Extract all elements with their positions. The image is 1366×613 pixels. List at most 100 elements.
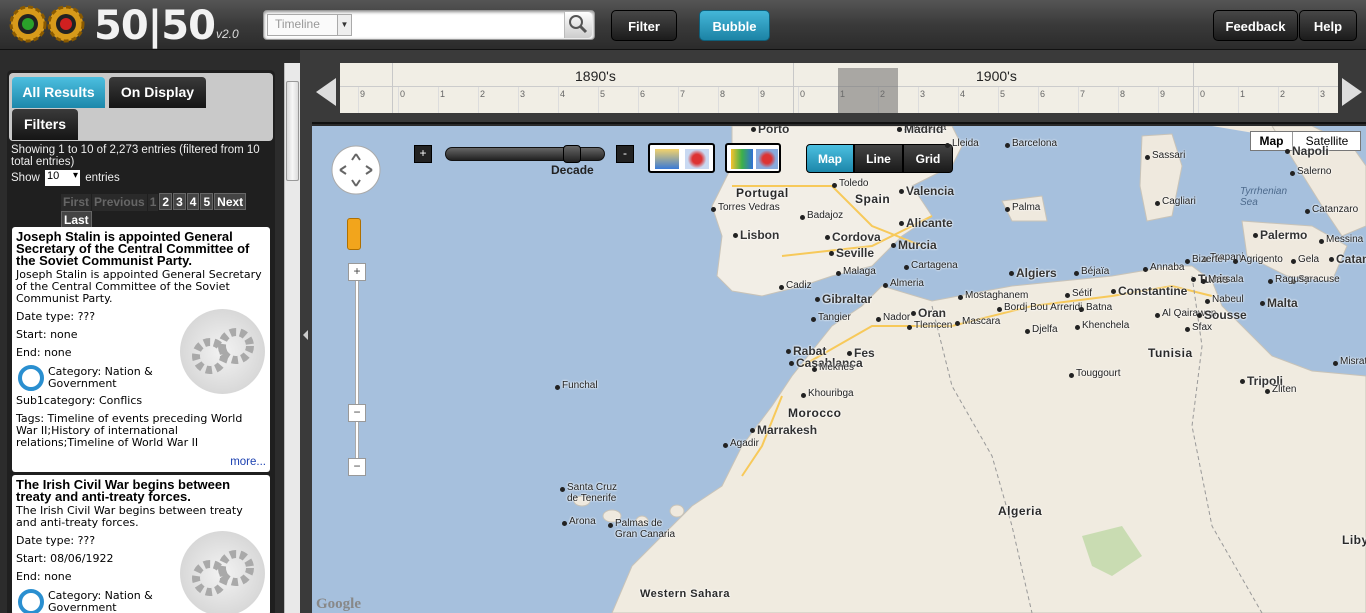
year-label[interactable]: 0 — [800, 89, 805, 99]
year-label[interactable]: 4 — [560, 89, 565, 99]
timeline-ruler[interactable]: 1890's 1900's 90123456789012345678901234 — [340, 63, 1338, 113]
decade-label[interactable]: 1890's — [575, 68, 616, 84]
city-label: Agrigento — [1240, 254, 1283, 265]
zoom-slider-track[interactable] — [355, 266, 359, 466]
result-card[interactable]: Joseph Stalin is appointed General Secre… — [12, 227, 270, 472]
city-marker — [1305, 209, 1310, 214]
city-marker — [1329, 257, 1334, 262]
country-label: Morocco — [788, 406, 842, 420]
pager-page-4[interactable]: 4 — [186, 193, 200, 210]
pager-last[interactable]: Last — [61, 211, 92, 228]
sidebar-scrollbar[interactable] — [284, 63, 300, 613]
year-tick — [958, 87, 959, 113]
pager-first[interactable]: First — [61, 194, 92, 211]
map-zoom-in-icon[interactable]: + — [348, 263, 366, 281]
city-marker — [1025, 329, 1030, 334]
results-sidebar: All Results On Display Filters Showing 1… — [0, 50, 300, 613]
search-icon — [569, 15, 588, 34]
year-label[interactable]: 3 — [520, 89, 525, 99]
tab-all-results[interactable]: All Results — [12, 77, 105, 108]
year-label[interactable]: 1 — [1240, 89, 1245, 99]
year-tick — [358, 87, 359, 113]
layer-toggle-2[interactable] — [725, 143, 781, 173]
timeline-prev-arrow[interactable] — [316, 78, 336, 106]
map-zoom-out-icon[interactable]: − — [348, 458, 366, 476]
zoom-level-label: Decade — [551, 163, 594, 177]
pager-next[interactable]: Next — [214, 193, 247, 210]
view-line-button[interactable]: Line — [854, 144, 903, 173]
city-label: Tlemcen — [914, 320, 953, 331]
panel-splitter[interactable] — [300, 50, 312, 613]
year-label[interactable]: 1 — [440, 89, 445, 99]
year-label[interactable]: 2 — [480, 89, 485, 99]
city-marker — [1265, 389, 1270, 394]
zoom-slider-handle[interactable]: − — [348, 404, 366, 422]
city-label: Lleida — [952, 138, 979, 149]
collapse-left-icon[interactable] — [303, 330, 308, 340]
city-label: Khouribga — [808, 388, 854, 399]
decade-zoom-in[interactable]: + — [414, 145, 432, 163]
decade-zoom-handle[interactable] — [563, 145, 581, 163]
entries-select[interactable]: 10 — [44, 170, 80, 186]
search-button[interactable] — [564, 12, 592, 38]
city-marker — [825, 235, 830, 240]
pager-page-1[interactable]: 1 — [147, 194, 159, 211]
pager-page-2[interactable]: 2 — [159, 193, 173, 210]
tab-filters[interactable]: Filters — [12, 109, 78, 140]
year-label[interactable]: 0 — [400, 89, 405, 99]
year-label[interactable]: 8 — [1120, 89, 1125, 99]
card-start: Start: 08/06/1922 — [16, 552, 114, 565]
city-label: Marsala — [1208, 274, 1244, 285]
view-map-button[interactable]: Map — [806, 144, 854, 173]
year-label[interactable]: 9 — [760, 89, 765, 99]
decade-zoom-slider[interactable] — [445, 145, 605, 163]
year-label[interactable]: 4 — [960, 89, 965, 99]
decade-label[interactable]: 1900's — [976, 68, 1017, 84]
city-label: Annaba — [1150, 262, 1185, 273]
map-view[interactable]: + − − + - Decade Map Line Grid Map Satel… — [312, 126, 1366, 613]
year-label[interactable]: 5 — [1000, 89, 1005, 99]
city-label: Gibraltar — [822, 292, 873, 306]
bubble-button[interactable]: Bubble — [699, 10, 770, 41]
city-label: Ragusa — [1275, 274, 1310, 285]
year-label[interactable]: 2 — [1280, 89, 1285, 99]
scrollbar-thumb[interactable] — [286, 81, 299, 181]
city-label: Marrakesh — [757, 423, 818, 437]
layer-toggle-1[interactable] — [648, 143, 715, 173]
pan-control[interactable] — [330, 144, 382, 196]
year-label[interactable]: 0 — [1200, 89, 1205, 99]
map-type-map[interactable]: Map — [1251, 132, 1293, 150]
year-label[interactable]: 5 — [600, 89, 605, 99]
year-label[interactable]: 7 — [1080, 89, 1085, 99]
view-grid-button[interactable]: Grid — [903, 144, 953, 173]
pegman-icon[interactable] — [347, 218, 361, 250]
pager-page-5[interactable]: 5 — [200, 193, 214, 210]
year-label[interactable]: 7 — [680, 89, 685, 99]
year-label[interactable]: 6 — [640, 89, 645, 99]
year-label[interactable]: 3 — [1320, 89, 1325, 99]
city-marker — [1075, 325, 1080, 330]
city-label: Misrata — [1340, 356, 1366, 367]
year-label[interactable]: 3 — [920, 89, 925, 99]
city-marker — [751, 127, 756, 132]
more-link[interactable]: more... — [230, 456, 266, 468]
year-label[interactable]: 9 — [360, 89, 365, 99]
year-label[interactable]: 8 — [720, 89, 725, 99]
filter-button[interactable]: Filter — [611, 10, 677, 41]
tab-on-display[interactable]: On Display — [109, 77, 206, 108]
pager-previous[interactable]: Previous — [92, 194, 147, 211]
year-tick — [598, 87, 599, 113]
timeline-select[interactable]: Timeline ▼ — [267, 14, 352, 36]
year-tick — [1198, 87, 1199, 113]
timeline-selection[interactable] — [838, 68, 898, 113]
decade-zoom-out[interactable]: - — [616, 145, 634, 163]
city-marker — [801, 393, 806, 398]
feedback-button[interactable]: Feedback — [1213, 10, 1298, 41]
pager-page-3[interactable]: 3 — [173, 193, 186, 210]
help-button[interactable]: Help — [1299, 10, 1357, 41]
result-card[interactable]: The Irish Civil War begins between treat… — [12, 475, 270, 613]
year-label[interactable]: 9 — [1160, 89, 1165, 99]
timeline-next-arrow[interactable] — [1342, 78, 1362, 106]
year-label[interactable]: 6 — [1040, 89, 1045, 99]
card-subcategory: Sub1category: Conflics — [16, 394, 143, 407]
